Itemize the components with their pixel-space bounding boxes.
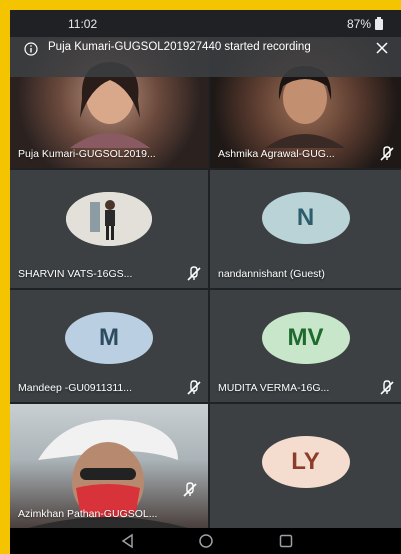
navigation-bar (10, 528, 401, 554)
recording-notification: Puja Kumari-GUGSOL201927440 started reco… (10, 37, 401, 77)
participant-tile[interactable]: MV MUDITA VERMA-16G... (210, 290, 401, 402)
profile-photo (66, 192, 152, 246)
participant-name: MUDITA VERMA-16G... (218, 382, 330, 394)
avatar-initials: LY (291, 448, 320, 475)
participant-tile[interactable]: N nandannishant (Guest) (210, 170, 401, 288)
participant-name: nandannishant (Guest) (218, 268, 325, 280)
recents-icon[interactable] (278, 533, 294, 549)
info-icon (24, 42, 38, 56)
participant-name: Puja Kumari-GUGSOL2019... (18, 148, 156, 160)
battery-icon (375, 16, 383, 30)
back-icon[interactable] (120, 533, 136, 549)
participant-avatar: M (65, 312, 153, 364)
participant-avatar: LY (261, 436, 350, 488)
participant-avatar: MV (261, 312, 350, 364)
participant-tile[interactable]: Azimkhan Pathan-GUGSOL... (10, 404, 208, 528)
participant-tile[interactable]: SHARVIN VATS-16GS... (10, 170, 208, 288)
participant-tile[interactable]: LY (210, 404, 401, 528)
battery-indicator: 87% (346, 16, 383, 31)
mic-off-icon (183, 482, 197, 497)
participant-name: Mandeep -GU0911311... (18, 382, 133, 394)
participant-tile[interactable]: M Mandeep -GU0911311... (10, 290, 208, 402)
mic-off-icon (380, 380, 394, 395)
participant-avatar: N (261, 192, 350, 244)
status-bar: 11:02 87% (10, 10, 401, 38)
avatar-initials: N (296, 204, 315, 231)
participant-name: SHARVIN VATS-16GS... (18, 268, 133, 280)
profile-photo-image (66, 192, 152, 246)
avatar-initials: MV (287, 324, 324, 351)
mic-off-icon (187, 380, 201, 395)
meeting-screen: 11:02 87% Puja Kumari-GUGSOL2019... Ashm… (10, 10, 401, 554)
notification-message: Puja Kumari-GUGSOL201927440 started reco… (48, 41, 311, 53)
participant-name: Ashmika Agrawal-GUG... (218, 148, 335, 160)
mic-off-icon (187, 266, 201, 281)
home-icon[interactable] (198, 533, 214, 549)
close-icon[interactable] (375, 41, 389, 55)
avatar-initials: M (99, 324, 119, 351)
participant-name: Azimkhan Pathan-GUGSOL... (18, 508, 158, 520)
mic-off-icon (380, 146, 394, 161)
status-time: 11:02 (68, 17, 98, 31)
battery-percent: 87% (346, 17, 371, 31)
